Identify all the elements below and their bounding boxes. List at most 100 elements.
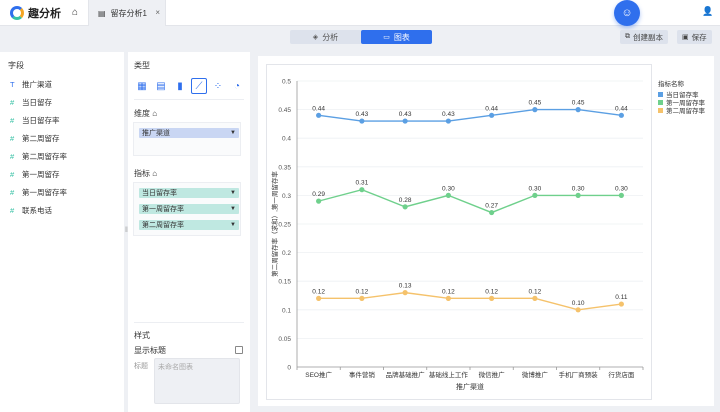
- field-label: 联系电话: [22, 205, 52, 215]
- user-icon[interactable]: 👤: [702, 6, 713, 17]
- chart-frame: 0 0.05 0.1 0.15 0.2 0.25 0.3 0.35 0.4 0.45 0.5 SEO推…: [266, 64, 652, 400]
- text-type-icon: T: [10, 79, 15, 89]
- number-type-icon: #: [10, 97, 15, 107]
- close-icon[interactable]: ×: [155, 8, 160, 17]
- data-point[interactable]: [532, 295, 538, 301]
- field-item[interactable]: # 第一周留存率: [10, 186, 67, 198]
- y-tick-label: 0.15: [278, 279, 291, 286]
- caret-down-icon[interactable]: ▼: [230, 190, 236, 196]
- data-point[interactable]: [575, 192, 581, 198]
- data-point[interactable]: [618, 112, 624, 118]
- chart-canvas: 0 0.05 0.1 0.15 0.2 0.25 0.3 0.35 0.4 0.45 0.5 SEO推…: [258, 56, 714, 406]
- data-point[interactable]: [359, 187, 365, 193]
- data-point[interactable]: [489, 295, 495, 301]
- divider: [134, 322, 244, 323]
- save-button[interactable]: ▣ 保存: [677, 30, 712, 44]
- data-point[interactable]: [489, 209, 495, 216]
- y-tick-label: 0.5: [282, 79, 291, 86]
- data-point[interactable]: [575, 107, 581, 113]
- save-label: 保存: [691, 32, 707, 42]
- number-type-icon: #: [10, 205, 15, 215]
- data-point[interactable]: [402, 204, 408, 210]
- logo-icon: [10, 6, 24, 20]
- measure-pill-label: 当日留存率: [142, 190, 177, 197]
- create-copy-button[interactable]: ⧉ 创建副本: [620, 30, 668, 44]
- field-item[interactable]: # 当日留存: [10, 96, 52, 108]
- field-item[interactable]: # 第一周留存: [10, 168, 60, 180]
- show-title-label: 显示标题: [134, 346, 166, 355]
- data-label: 0.27: [485, 203, 498, 210]
- data-point[interactable]: [445, 192, 451, 198]
- caret-down-icon[interactable]: ▼: [230, 206, 236, 212]
- field-item[interactable]: # 联系电话: [10, 204, 52, 216]
- data-point[interactable]: [402, 290, 408, 296]
- data-point[interactable]: [618, 301, 624, 307]
- caret-down-icon[interactable]: ▼: [230, 222, 236, 228]
- field-item[interactable]: # 当日留存率: [10, 114, 60, 126]
- legend-swatch: [658, 91, 663, 97]
- measure-pill[interactable]: 当日留存率 ▼: [139, 188, 239, 198]
- dimension-label: 维度: [134, 109, 150, 118]
- analysis-tab-label: 分析: [322, 32, 339, 42]
- data-point[interactable]: [445, 118, 451, 124]
- measure-pill[interactable]: 第二周留存率 ▼: [139, 220, 239, 230]
- number-type-icon: #: [10, 169, 15, 179]
- measure-dropzone[interactable]: 当日留存率 ▼ 第一周留存率 ▼ 第二周留存率 ▼: [133, 182, 241, 236]
- title-input[interactable]: 未命名图表: [154, 358, 240, 404]
- data-label: 0.43: [399, 111, 412, 118]
- home-icon[interactable]: ⌂: [68, 6, 82, 20]
- field-label: 第一周留存: [22, 169, 60, 179]
- field-label: 当日留存: [22, 97, 52, 107]
- caret-down-icon[interactable]: ▼: [230, 130, 236, 136]
- tab-retention-analysis[interactable]: ▤ 留存分析1 ×: [88, 0, 166, 26]
- lock-icon: ⌂: [152, 109, 158, 118]
- line-chart-icon[interactable]: ⟋: [191, 78, 207, 94]
- data-point[interactable]: [359, 118, 365, 124]
- data-point[interactable]: [402, 118, 408, 124]
- y-tick-label: 0.45: [278, 107, 291, 114]
- legend-item[interactable]: 第二周留存率: [658, 106, 705, 115]
- pie-chart-icon[interactable]: ◔: [229, 78, 245, 94]
- field-item[interactable]: # 第二周留存率: [10, 150, 67, 162]
- cross-table-icon[interactable]: ▤: [153, 78, 169, 94]
- data-point[interactable]: [532, 107, 538, 113]
- measure-title: 指标 ⌂: [134, 168, 157, 179]
- dimension-pill[interactable]: 推广渠道 ▼: [139, 128, 239, 138]
- view-switch: ◈ 分析 ▭ 图表: [290, 30, 432, 44]
- data-point[interactable]: [489, 112, 495, 118]
- bar-chart-icon[interactable]: ▮: [172, 78, 188, 94]
- data-point[interactable]: [316, 295, 322, 301]
- copy-icon: ⧉: [625, 33, 630, 40]
- measure-pill[interactable]: 第一周留存率 ▼: [139, 204, 239, 214]
- field-item[interactable]: # 第二周留存: [10, 132, 60, 144]
- x-tick-label: 手机厂商预装: [559, 370, 599, 379]
- app-logo[interactable]: 趣分析: [10, 5, 61, 21]
- fields-title: 字段: [8, 61, 24, 70]
- assistant-bot-icon[interactable]: ☺: [614, 0, 640, 26]
- show-title-checkbox[interactable]: [235, 346, 243, 354]
- document-icon: ▤: [98, 8, 106, 18]
- data-label: 0.12: [529, 288, 542, 295]
- chart-tab[interactable]: ▭ 图表: [361, 30, 432, 44]
- data-point[interactable]: [316, 198, 322, 204]
- data-point[interactable]: [445, 295, 451, 301]
- x-tick-label: 事件营销: [349, 370, 376, 379]
- dimension-title: 维度 ⌂: [134, 108, 157, 119]
- data-label: 0.28: [399, 197, 412, 204]
- table-chart-icon[interactable]: ▦: [134, 78, 150, 94]
- dimension-dropzone[interactable]: 推广渠道 ▼: [133, 122, 241, 156]
- data-point[interactable]: [618, 192, 624, 198]
- measure-label: 指标: [134, 169, 150, 178]
- scatter-chart-icon[interactable]: ⁘: [210, 78, 226, 94]
- data-point[interactable]: [316, 112, 322, 118]
- data-point[interactable]: [359, 295, 365, 301]
- data-point[interactable]: [532, 192, 538, 198]
- field-item[interactable]: T 推广渠道: [10, 78, 52, 90]
- analysis-tab[interactable]: ◈ 分析: [290, 30, 361, 44]
- number-type-icon: #: [10, 187, 15, 197]
- legend-title: 指标名称: [658, 81, 684, 88]
- data-point[interactable]: [575, 307, 581, 313]
- y-tick-label: 0.1: [282, 307, 291, 314]
- y-tick-label: 0.35: [278, 164, 291, 171]
- measure-pill-label: 第一周留存率: [142, 206, 184, 213]
